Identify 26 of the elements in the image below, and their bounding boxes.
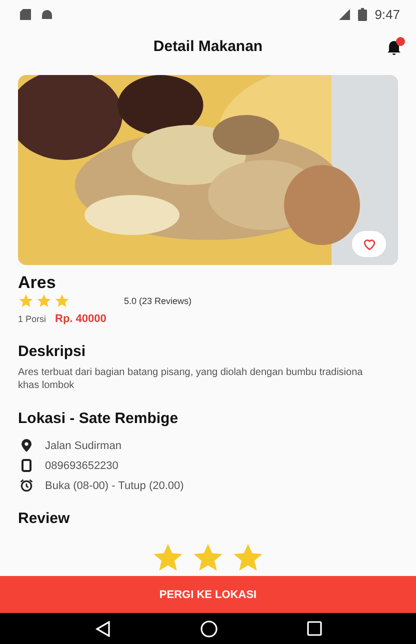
status-time: 9:47 — [374, 6, 400, 22]
info-text: Buka (08-00) - Tutup (20.00) — [45, 480, 184, 492]
info-text: 089693652230 — [45, 460, 118, 472]
info-text: Jalan Sudirman — [45, 440, 122, 452]
location-pin-icon — [20, 439, 33, 452]
back-icon[interactable] — [94, 620, 110, 636]
screen-title: Detail Makanan — [153, 38, 263, 55]
rating-text: 5.0 (23 Reviews) — [124, 296, 192, 306]
star-icon — [54, 293, 70, 309]
section-heading: Deskripsi — [18, 343, 87, 360]
portion-text: 1 Porsi — [18, 314, 46, 324]
food-name: Ares — [18, 273, 57, 293]
alarm-clock-icon — [20, 479, 33, 492]
section-heading: Lokasi - Sate Rembige — [18, 410, 180, 427]
battery-icon — [358, 8, 367, 20]
star-icon — [36, 293, 52, 309]
description-text: Ares terbuat dari bagian batang pisang, yang diolah dengan bumbu tradisiona khas lombok — [18, 366, 364, 392]
heart-icon — [362, 238, 376, 250]
home-icon[interactable] — [200, 620, 218, 638]
sd-card-icon — [20, 8, 31, 20]
star-icon — [18, 293, 34, 309]
phone-icon — [20, 459, 33, 472]
section-heading: Review — [18, 510, 71, 527]
recents-icon[interactable] — [306, 621, 322, 636]
go-to-location-button[interactable]: PERGI KE LOKASI — [0, 576, 416, 613]
price-text: Rp. 40000 — [55, 313, 106, 325]
